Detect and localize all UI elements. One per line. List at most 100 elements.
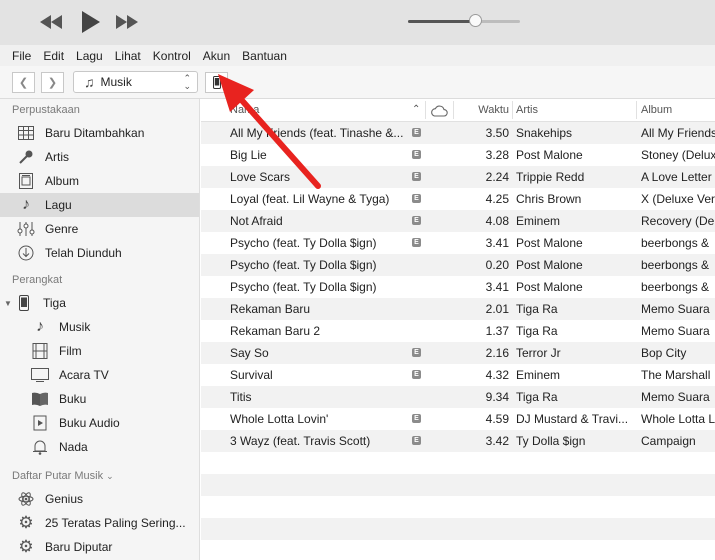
volume-slider[interactable] — [408, 14, 520, 27]
sidebar-item-acara-tv[interactable]: Acara TV — [0, 363, 199, 387]
column-header-artist[interactable]: Artis — [516, 99, 538, 121]
menu-file[interactable]: File — [12, 49, 31, 63]
song-artist: Post Malone — [516, 236, 583, 250]
sidebar-item-genre[interactable]: Genre — [0, 217, 199, 241]
song-name: Psycho (feat. Ty Dolla $ign) — [230, 236, 377, 250]
sidebar-item-buku[interactable]: Buku — [0, 387, 199, 411]
song-name: Not Afraid — [230, 214, 283, 228]
fast-forward-button[interactable] — [114, 9, 140, 35]
sidebar-item-baru-ditambahkan[interactable]: Baru Ditambahkan — [0, 121, 199, 145]
device-button[interactable] — [205, 72, 228, 93]
sidebar-item-label: Artis — [45, 150, 69, 164]
table-row[interactable]: Rekaman Baru 2.01 Tiga Ra Memo Suara — [201, 298, 715, 320]
film-icon — [30, 342, 50, 360]
table-row[interactable]: All My Friends (feat. Tinashe &... E 3.50 S… — [201, 122, 715, 144]
menu-lihat[interactable]: Lihat — [115, 49, 141, 63]
back-button[interactable]: ❮ — [12, 72, 35, 93]
song-album: Stoney (Delux — [641, 148, 715, 162]
chevron-left-icon: ❮ — [18, 77, 29, 89]
explicit-badge: E — [412, 128, 421, 137]
sidebar-item-telah-diunduh[interactable]: Telah Diunduh — [0, 241, 199, 265]
column-header-name[interactable]: Nama — [230, 99, 259, 121]
icloud-icon[interactable] — [430, 103, 448, 117]
menu-bar: File Edit Lagu Lihat Kontrol Akun Bantuan — [0, 45, 715, 67]
song-time: 3.50 — [485, 126, 509, 140]
song-time: 9.34 — [485, 390, 509, 404]
forward-button[interactable]: ❯ — [41, 72, 64, 93]
song-name: Titis — [230, 390, 252, 404]
empty-row — [201, 496, 715, 518]
disclosure-triangle-icon[interactable]: ▼ — [4, 299, 12, 308]
song-album: beerbongs & — [641, 236, 710, 250]
table-row[interactable]: Titis 9.34 Tiga Ra Memo Suara — [201, 386, 715, 408]
column-divider — [512, 101, 513, 119]
sidebar-item-label: Genius — [45, 492, 84, 506]
media-kind-select[interactable]: ♫ Musik ⌃ ⌄ — [73, 71, 198, 93]
sidebar-device-tiga[interactable]: ▼ Tiga — [0, 291, 199, 315]
menu-lagu[interactable]: Lagu — [76, 49, 103, 63]
table-row[interactable]: Psycho (feat. Ty Dolla $ign) E 3.41 Post Ma… — [201, 232, 715, 254]
song-album: Memo Suara — [641, 324, 710, 338]
song-album: The Marshall — [641, 368, 711, 382]
sidebar-item-film[interactable]: Film — [0, 339, 199, 363]
song-name: Survival — [230, 368, 273, 382]
rewind-button[interactable] — [38, 9, 64, 35]
explicit-badge: E — [412, 370, 421, 379]
song-time: 3.42 — [485, 434, 509, 448]
explicit-badge: E — [412, 238, 421, 247]
table-row[interactable]: Big Lie E 3.28 Post Malone Stoney (Delux — [201, 144, 715, 166]
volume-knob[interactable] — [469, 14, 483, 27]
play-button[interactable] — [78, 9, 102, 35]
explicit-badge: E — [412, 414, 421, 423]
bell-icon — [30, 438, 50, 456]
sidebar-item-25-teratas-paling-sering[interactable]: ⚙ 25 Teratas Paling Sering... — [0, 511, 199, 535]
sidebar-item-label: Genre — [45, 222, 79, 236]
sidebar-item-genius[interactable]: Genius — [0, 487, 199, 511]
menu-kontrol[interactable]: Kontrol — [153, 49, 191, 63]
sort-ascending-icon[interactable]: ⌃ — [412, 99, 420, 121]
sidebar-item-album[interactable]: Album — [0, 169, 199, 193]
song-time: 3.41 — [485, 236, 509, 250]
song-album: beerbongs & — [641, 258, 710, 272]
table-row[interactable]: Whole Lotta Lovin' E 4.59 DJ Mustard & Trav… — [201, 408, 715, 430]
sidebar-item-buku-audio[interactable]: Buku Audio — [0, 411, 199, 435]
sidebar-item-baru-diputar[interactable]: ⚙ Baru Diputar — [0, 535, 199, 559]
column-divider — [425, 101, 426, 119]
song-album: Campaign — [641, 434, 696, 448]
table-row[interactable]: 3 Wayz (feat. Travis Scott) E 3.42 Ty Dolla… — [201, 430, 715, 452]
song-artist: Ty Dolla $ign — [516, 434, 586, 448]
sidebar-item-label: Album — [45, 174, 80, 188]
song-artist: Snakehips — [516, 126, 573, 140]
navigation-bar: ❮ ❯ ♫ Musik ⌃ ⌄ — [0, 66, 715, 99]
table-row[interactable]: Loyal (feat. Lil Wayne & Tyga) E 4.25 Chris… — [201, 188, 715, 210]
sidebar-item-musik[interactable]: ♪ Musik — [0, 315, 199, 339]
table-row[interactable]: Not Afraid E 4.08 Eminem Recovery (Del — [201, 210, 715, 232]
song-artist: Post Malone — [516, 258, 583, 272]
table-row[interactable]: Love Scars E 2.24 Trippie Redd A Love Letter… — [201, 166, 715, 188]
table-row[interactable]: Psycho (feat. Ty Dolla $ign) 3.41 Post Mal… — [201, 276, 715, 298]
menu-akun[interactable]: Akun — [203, 49, 230, 63]
sidebar-item-label: Telah Diunduh — [45, 246, 122, 260]
sidebar-item-artis[interactable]: Artis — [0, 145, 199, 169]
chevron-right-icon: ❯ — [47, 77, 58, 89]
song-artist: Trippie Redd — [516, 170, 585, 184]
sidebar: Perpustakaan Baru Ditambahkan Artis Album ♪… — [0, 99, 200, 560]
table-row[interactable]: Psycho (feat. Ty Dolla $ign) 0.20 Post Mal… — [201, 254, 715, 276]
song-artist: Eminem — [516, 214, 561, 228]
column-header-album[interactable]: Album — [641, 99, 672, 121]
volume-fill — [408, 20, 476, 23]
table-row[interactable]: Rekaman Baru 2 1.37 Tiga Ra Memo Suara — [201, 320, 715, 342]
song-time: 1.37 — [485, 324, 509, 338]
table-body: All My Friends (feat. Tinashe &... E 3.50 S… — [201, 122, 715, 560]
sidebar-item-nada[interactable]: Nada — [0, 435, 199, 459]
table-row[interactable]: Say So E 2.16 Terror Jr Bop City — [201, 342, 715, 364]
song-name: Psycho (feat. Ty Dolla $ign) — [230, 258, 377, 272]
table-row[interactable]: Survival E 4.32 Eminem The Marshall — [201, 364, 715, 386]
explicit-badge: E — [412, 436, 421, 445]
column-header-time[interactable]: Waktu — [453, 99, 509, 121]
menu-edit[interactable]: Edit — [43, 49, 64, 63]
menu-bantuan[interactable]: Bantuan — [242, 49, 287, 63]
playlists-section-header[interactable]: Daftar Putar Musik ⌄ — [0, 465, 199, 487]
sidebar-item-lagu[interactable]: ♪ Lagu — [0, 193, 199, 217]
song-artist: Post Malone — [516, 280, 583, 294]
